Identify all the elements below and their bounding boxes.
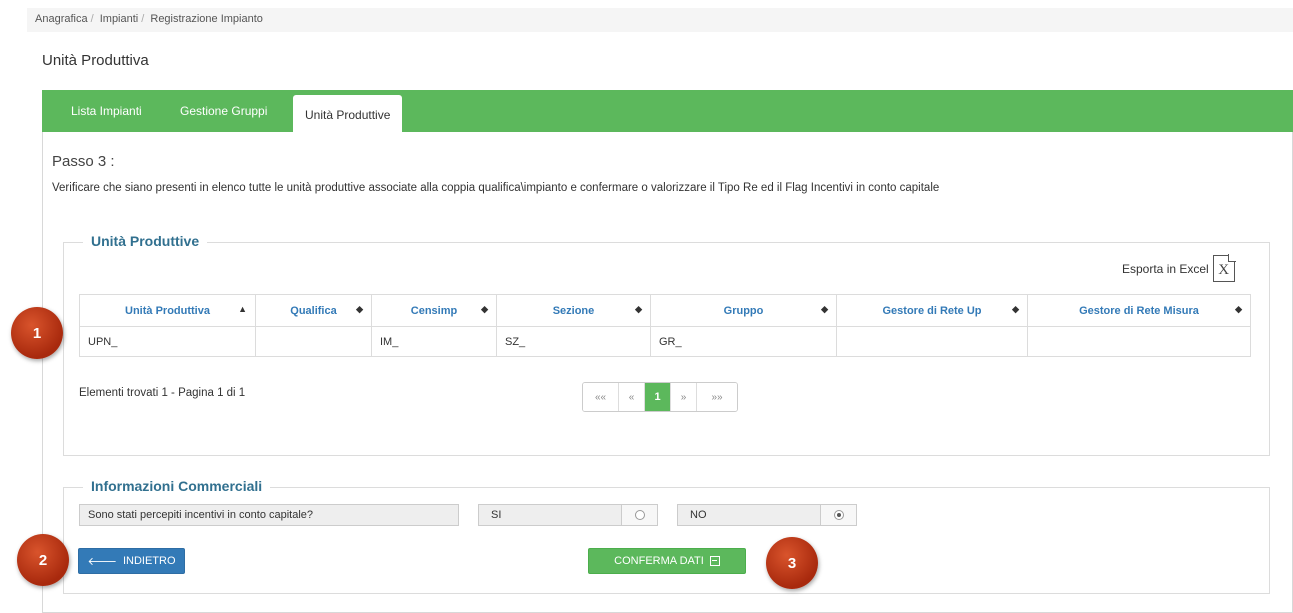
sort-icon: ◆ bbox=[1012, 304, 1019, 314]
pagination-page-1[interactable]: 1 bbox=[645, 383, 671, 411]
cell-gestore-rete-misura bbox=[1027, 326, 1251, 357]
col-label: Gruppo bbox=[723, 304, 764, 317]
radio-no[interactable] bbox=[820, 505, 856, 525]
col-label: Unità Produttiva bbox=[125, 304, 210, 317]
pagination: «« « 1 » »» bbox=[582, 382, 738, 412]
col-qualifica[interactable]: Qualifica ◆ bbox=[255, 294, 372, 327]
back-button[interactable]: 🡐 INDIETRO bbox=[78, 548, 185, 574]
radio-checked-icon bbox=[833, 510, 844, 520]
option-no-label: NO bbox=[690, 509, 707, 521]
breadcrumb: Anagrafica / Impianti / Registrazione Impi… bbox=[27, 8, 1293, 32]
col-censimp[interactable]: Censimp ◆ bbox=[371, 294, 497, 327]
col-gestore-rete-up[interactable]: Gestore di Rete Up ◆ bbox=[836, 294, 1028, 327]
sort-asc-icon: ▲ bbox=[238, 304, 247, 314]
breadcrumb-anagrafica[interactable]: Anagrafica bbox=[35, 13, 88, 25]
sort-icon: ◆ bbox=[635, 304, 642, 314]
page-title: Unità Produttiva bbox=[42, 52, 149, 69]
option-si: SI bbox=[478, 504, 658, 526]
tab-gestione-gruppi[interactable]: Gestione Gruppi bbox=[180, 104, 267, 118]
units-legend: Unità Produttive bbox=[83, 233, 208, 249]
col-gruppo[interactable]: Gruppo ◆ bbox=[650, 294, 837, 327]
tab-lista-impianti[interactable]: Lista Impianti bbox=[71, 104, 142, 118]
arrow-left-icon: 🡐 bbox=[87, 556, 117, 568]
incentives-question-label: Sono stati percepiti incentivi in conto … bbox=[79, 504, 459, 526]
export-excel-link[interactable]: Esporta in Excel X bbox=[1122, 254, 1236, 282]
step-title: Passo 3 : bbox=[52, 153, 115, 170]
pagination-next[interactable]: » bbox=[671, 383, 697, 411]
table-header-row: Unità Produttiva ▲ Qualifica ◆ Censimp ◆ Se… bbox=[79, 294, 1251, 327]
results-count: Elementi trovati 1 - Pagina 1 di 1 bbox=[79, 387, 246, 399]
col-label: Qualifica bbox=[290, 304, 337, 317]
units-table: Unità Produttiva ▲ Qualifica ◆ Censimp ◆ Se… bbox=[79, 294, 1251, 357]
cell-gestore-rete-up bbox=[836, 326, 1028, 357]
col-label: Censimp bbox=[410, 304, 458, 317]
breadcrumb-separator: / bbox=[141, 13, 145, 25]
pagination-first[interactable]: «« bbox=[583, 383, 619, 411]
sort-icon: ◆ bbox=[481, 304, 488, 314]
confirm-button-label: CONFERMA DATI bbox=[614, 555, 704, 567]
col-unita-produttiva[interactable]: Unità Produttiva ▲ bbox=[79, 294, 256, 327]
breadcrumb-impianti[interactable]: Impianti bbox=[100, 13, 139, 25]
radio-si[interactable] bbox=[621, 505, 657, 525]
table-row[interactable]: UPN_ IM_ SZ_ GR_ bbox=[79, 326, 1251, 357]
back-button-label: INDIETRO bbox=[122, 555, 176, 567]
pagination-prev[interactable]: « bbox=[619, 383, 645, 411]
callout-badge-2: 2 bbox=[17, 534, 69, 586]
cell-sezione: SZ_ bbox=[496, 326, 651, 357]
cell-qualifica bbox=[255, 326, 372, 357]
sort-icon: ◆ bbox=[821, 304, 828, 314]
sort-icon: ◆ bbox=[1235, 304, 1242, 314]
tab-bar: Lista Impianti Gestione Gruppi Unità Pro… bbox=[42, 90, 1293, 132]
cell-unita-produttiva: UPN_ bbox=[79, 326, 256, 357]
radio-unchecked-icon bbox=[634, 510, 645, 520]
step-description: Verificare che siano presenti in elenco … bbox=[52, 182, 940, 194]
cell-censimp: IM_ bbox=[371, 326, 497, 357]
export-excel-label: Esporta in Excel bbox=[1122, 261, 1209, 276]
option-si-label: SI bbox=[491, 509, 502, 521]
breadcrumb-registrazione-impianto: Registrazione Impianto bbox=[150, 13, 263, 25]
col-label: Gestore di Rete Up bbox=[882, 304, 982, 317]
callout-badge-3: 3 bbox=[766, 537, 818, 589]
col-gestore-rete-misura[interactable]: Gestore di Rete Misura ◆ bbox=[1027, 294, 1251, 327]
option-no: NO bbox=[677, 504, 857, 526]
callout-badge-1: 1 bbox=[11, 307, 63, 359]
excel-file-icon: X bbox=[1212, 254, 1236, 282]
tab-unita-produttive[interactable]: Unità Produttive bbox=[293, 95, 403, 132]
col-sezione[interactable]: Sezione ◆ bbox=[496, 294, 651, 327]
breadcrumb-separator: / bbox=[90, 13, 94, 25]
col-label: Gestore di Rete Misura bbox=[1079, 304, 1199, 317]
col-label: Sezione bbox=[552, 304, 595, 317]
commercial-legend: Informazioni Commerciali bbox=[83, 478, 271, 494]
sort-icon: ◆ bbox=[356, 304, 363, 314]
confirm-data-button[interactable]: CONFERMA DATI bbox=[588, 548, 746, 574]
cell-gruppo: GR_ bbox=[650, 326, 837, 357]
save-icon bbox=[709, 556, 720, 566]
pagination-last[interactable]: »» bbox=[697, 383, 737, 411]
